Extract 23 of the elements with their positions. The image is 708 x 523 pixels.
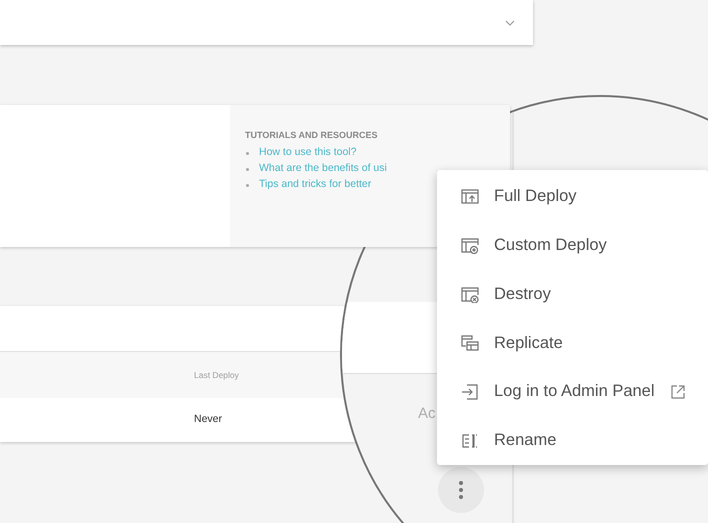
- menu-item[interactable]: Rename: [437, 416, 708, 465]
- kebab-icon: [459, 481, 463, 499]
- window-gear-icon: [461, 236, 479, 254]
- bullet-icon: [246, 168, 249, 170]
- login-arrow-icon: [461, 383, 479, 400]
- stacked-windows-icon: [461, 334, 479, 352]
- text-cursor-icon: [461, 432, 479, 450]
- column-label: Ac: [418, 404, 436, 424]
- menu-item[interactable]: Custom Deploy: [437, 220, 708, 270]
- menu-item[interactable]: Full Deploy: [437, 172, 708, 221]
- menu-item[interactable]: Replicate: [437, 318, 708, 368]
- column-header: Last Deploy: [194, 368, 239, 382]
- more-options-button[interactable]: [438, 467, 484, 513]
- table-cell-text: Never: [194, 412, 222, 428]
- menu-item[interactable]: Log in to Admin Panel: [437, 367, 708, 416]
- menu-item[interactable]: Destroy: [437, 270, 708, 318]
- window-x-icon: [461, 286, 479, 303]
- bullet-icon: [246, 184, 249, 186]
- section-heading: TUTORIALS AND RESOURCES: [245, 129, 379, 142]
- bullet-icon: [246, 152, 249, 154]
- external-link-icon: [670, 384, 685, 399]
- chevron-down-icon: [505, 20, 515, 26]
- window-upload-icon: [461, 188, 479, 205]
